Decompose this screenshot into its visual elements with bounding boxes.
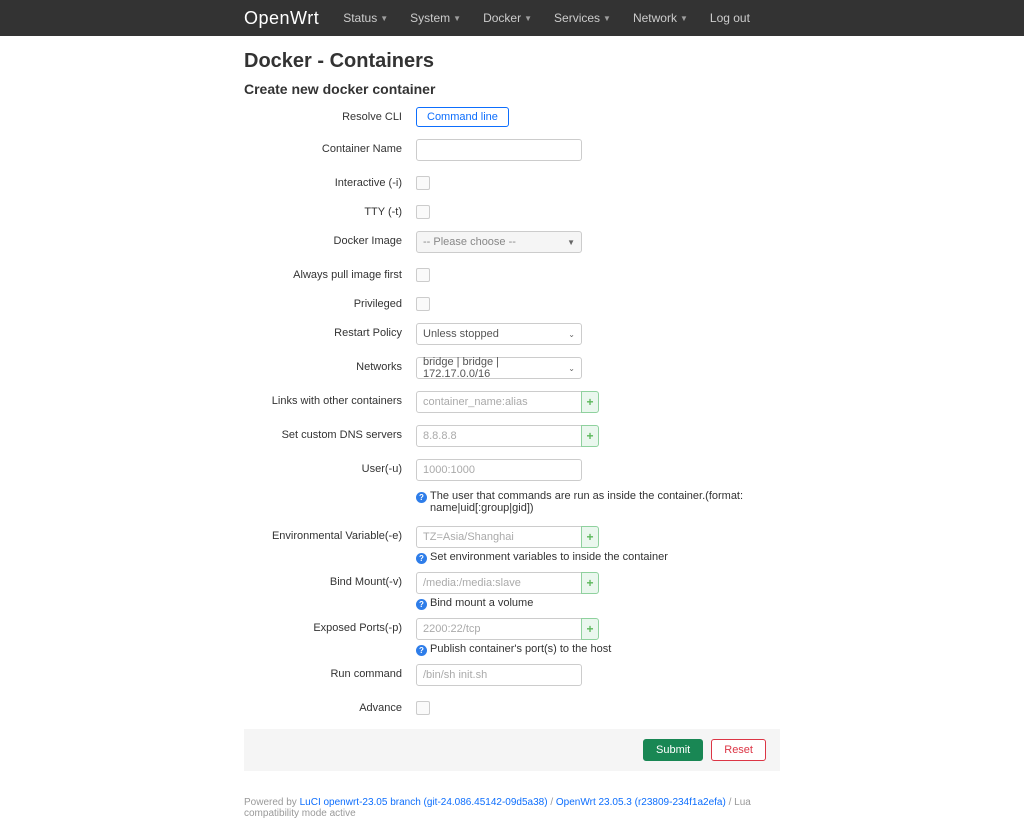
ports-input[interactable] <box>416 618 582 640</box>
run-cmd-input[interactable] <box>416 664 582 686</box>
bind-add-button[interactable]: + <box>581 572 599 594</box>
interactive-label: Interactive (-i) <box>244 173 416 189</box>
chevron-down-icon: ▼ <box>680 14 688 23</box>
advance-label: Advance <box>244 698 416 714</box>
nav-status[interactable]: Status▼ <box>343 11 388 25</box>
env-input[interactable] <box>416 526 582 548</box>
chevron-down-icon: ▼ <box>603 14 611 23</box>
networks-label: Networks <box>244 357 416 373</box>
dns-add-button[interactable]: + <box>581 425 599 447</box>
ports-label: Exposed Ports(-p) <box>244 618 416 634</box>
links-add-button[interactable]: + <box>581 391 599 413</box>
always-pull-checkbox[interactable] <box>416 268 430 282</box>
chevron-down-icon: ⌄ <box>568 364 575 373</box>
bind-input[interactable] <box>416 572 582 594</box>
links-label: Links with other containers <box>244 391 416 407</box>
chevron-down-icon: ▼ <box>380 14 388 23</box>
footer: Powered by LuCI openwrt-23.05 branch (gi… <box>244 797 780 839</box>
nav-system[interactable]: System▼ <box>410 11 461 25</box>
dns-input[interactable] <box>416 425 582 447</box>
user-hint: ? The user that commands are run as insi… <box>416 490 780 514</box>
chevron-down-icon: ⌄ <box>568 330 575 339</box>
advance-checkbox[interactable] <box>416 701 430 715</box>
page-subtitle: Create new docker container <box>244 81 780 97</box>
command-line-button[interactable]: Command line <box>416 107 509 127</box>
bind-label: Bind Mount(-v) <box>244 572 416 588</box>
privileged-checkbox[interactable] <box>416 297 430 311</box>
info-icon: ? <box>416 599 427 610</box>
user-label: User(-u) <box>244 459 416 475</box>
links-input[interactable] <box>416 391 582 413</box>
run-cmd-label: Run command <box>244 664 416 680</box>
chevron-down-icon: ▼ <box>567 238 575 247</box>
tty-checkbox[interactable] <box>416 205 430 219</box>
always-pull-label: Always pull image first <box>244 265 416 281</box>
reset-button[interactable]: Reset <box>711 739 766 761</box>
page-title: Docker - Containers <box>244 50 780 73</box>
container-name-input[interactable] <box>416 139 582 161</box>
info-icon: ? <box>416 645 427 656</box>
submit-button[interactable]: Submit <box>643 739 703 761</box>
ports-hint: ? Publish container's port(s) to the hos… <box>416 643 780 656</box>
info-icon: ? <box>416 553 427 564</box>
resolve-cli-label: Resolve CLI <box>244 107 416 123</box>
user-input[interactable] <box>416 459 582 481</box>
footer-owrt-link[interactable]: OpenWrt 23.05.3 (r23809-234f1a2efa) <box>556 797 726 808</box>
tty-label: TTY (-t) <box>244 202 416 218</box>
chevron-down-icon: ▼ <box>524 14 532 23</box>
dns-label: Set custom DNS servers <box>244 425 416 441</box>
info-icon: ? <box>416 492 427 503</box>
restart-policy-select[interactable]: Unless stopped ⌄ <box>416 323 582 345</box>
networks-select[interactable]: bridge | bridge | 172.17.0.0/16 ⌄ <box>416 357 582 379</box>
nav-network[interactable]: Network▼ <box>633 11 688 25</box>
docker-image-select[interactable]: -- Please choose -- ▼ <box>416 231 582 253</box>
env-hint: ? Set environment variables to inside th… <box>416 551 780 564</box>
interactive-checkbox[interactable] <box>416 176 430 190</box>
chevron-down-icon: ▼ <box>453 14 461 23</box>
privileged-label: Privileged <box>244 294 416 310</box>
nav-services[interactable]: Services▼ <box>554 11 611 25</box>
env-add-button[interactable]: + <box>581 526 599 548</box>
container-name-label: Container Name <box>244 139 416 155</box>
footer-luci-link[interactable]: LuCI openwrt-23.05 branch (git-24.086.45… <box>300 797 548 808</box>
ports-add-button[interactable]: + <box>581 618 599 640</box>
actions-bar: Submit Reset <box>244 729 780 771</box>
bind-hint: ? Bind mount a volume <box>416 597 780 610</box>
main-container: Docker - Containers Create new docker co… <box>244 36 780 771</box>
restart-policy-label: Restart Policy <box>244 323 416 339</box>
env-label: Environmental Variable(-e) <box>244 526 416 542</box>
navbar: OpenWrt Status▼ System▼ Docker▼ Services… <box>0 0 1024 36</box>
brand-logo: OpenWrt <box>244 8 319 29</box>
nav-logout[interactable]: Log out <box>710 11 750 25</box>
docker-image-label: Docker Image <box>244 231 416 247</box>
nav-docker[interactable]: Docker▼ <box>483 11 532 25</box>
